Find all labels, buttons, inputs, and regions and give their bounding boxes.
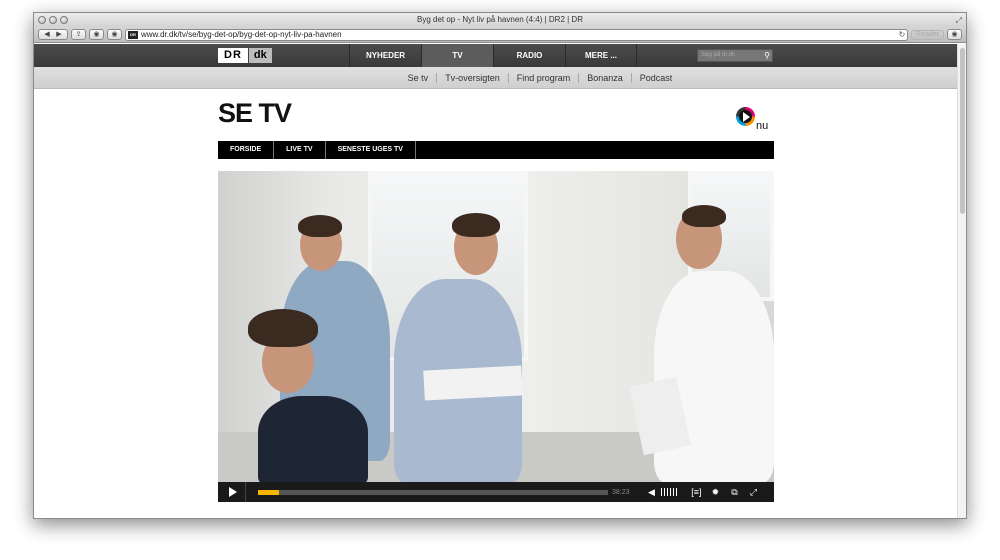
- url-text[interactable]: www.dr.dk/tv/se/byg-det-op/byg-det-op-ny…: [141, 30, 894, 40]
- page-viewport: DR dk NYHEDER TV RADIO MERE ... Søg på d…: [34, 44, 966, 518]
- extension-1-button[interactable]: ◉: [89, 29, 104, 40]
- sub-nav: Se tv Tv-oversigten Find program Bonanza…: [34, 67, 966, 89]
- logo-dr: DR: [218, 48, 248, 63]
- volume-control[interactable]: ◀: [648, 487, 677, 498]
- title-bar: Byg det op - Nyt liv på havnen (4:4) | D…: [34, 13, 966, 27]
- speaker-icon[interactable]: ◀: [648, 487, 655, 498]
- nav-mere[interactable]: MERE ...: [565, 44, 637, 67]
- tv-tabs: FORSIDE LIVE TV SENESTE UGES TV: [218, 141, 774, 159]
- progress-bar[interactable]: [258, 489, 608, 495]
- main-content: SE TV nu FORSIDE LIVE TV SENESTE UGES TV: [218, 99, 774, 502]
- nav-radio[interactable]: RADIO: [493, 44, 565, 67]
- tab-live-tv[interactable]: LIVE TV: [274, 141, 326, 159]
- fullscreen-expand-icon[interactable]: ⤢: [744, 487, 763, 498]
- close-window-button[interactable]: [38, 16, 46, 24]
- browser-window: Byg det op - Nyt liv på havnen (4:4) | D…: [33, 12, 967, 519]
- minimize-window-button[interactable]: [49, 16, 57, 24]
- person-seated: [258, 396, 368, 486]
- main-nav: NYHEDER TV RADIO MERE ...: [349, 44, 637, 67]
- video-frame: [218, 171, 774, 502]
- favicon-icon: DR: [128, 30, 138, 39]
- video-player[interactable]: 38:23 ◀ [≡] ✹ ⧉ ⤢: [218, 171, 774, 502]
- popout-icon[interactable]: ⧉: [725, 487, 744, 498]
- subnav-podcast[interactable]: Podcast: [632, 73, 681, 83]
- page-title: SE TV: [218, 98, 292, 128]
- nu-play-icon: [743, 112, 750, 122]
- player-controls: 38:23 ◀ [≡] ✹ ⧉ ⤢: [218, 482, 774, 502]
- downloads-button[interactable]: ◉: [947, 29, 962, 40]
- play-button[interactable]: [218, 482, 246, 502]
- search-input[interactable]: Søg på dr.dk ⚲: [697, 49, 773, 62]
- zoom-window-button[interactable]: [60, 16, 68, 24]
- window-controls: [38, 16, 68, 24]
- subtitles-icon[interactable]: [≡]: [687, 487, 706, 497]
- vertical-scrollbar[interactable]: [957, 44, 966, 518]
- reload-icon[interactable]: ↻: [897, 30, 907, 40]
- volume-bars[interactable]: [660, 488, 677, 496]
- address-bar[interactable]: DR www.dr.dk/tv/se/byg-det-op/byg-det-op…: [125, 28, 909, 41]
- forward-button[interactable]: ▶: [53, 30, 65, 39]
- subnav-tv-oversigten[interactable]: Tv-oversigten: [437, 72, 509, 83]
- search-placeholder: Søg på dr.dk: [701, 52, 736, 58]
- tab-forside[interactable]: FORSIDE: [218, 141, 275, 159]
- nav-nyheder[interactable]: NYHEDER: [349, 44, 421, 67]
- tab-seneste-uges-tv[interactable]: SENESTE UGES TV: [326, 141, 416, 159]
- paper-sheet: [423, 365, 523, 401]
- back-button[interactable]: ◀: [41, 30, 53, 39]
- nu-logo-text: nu: [756, 120, 769, 132]
- back-forward-buttons: ◀ ▶: [38, 29, 68, 40]
- reader-button[interactable]: Reader: [911, 29, 944, 40]
- browser-toolbar: ◀ ▶ ⇪ ◉ ◉ DR www.dr.dk/tv/se/byg-det-op/…: [34, 27, 966, 43]
- search-icon[interactable]: ⚲: [764, 50, 770, 61]
- subnav-se-tv[interactable]: Se tv: [400, 72, 438, 83]
- extension-2-button[interactable]: ◉: [107, 29, 122, 40]
- logo-dk: dk: [248, 48, 272, 63]
- dr-top-bar: DR dk NYHEDER TV RADIO MERE ... Søg på d…: [34, 44, 966, 67]
- fullscreen-icon[interactable]: ⤢: [956, 14, 962, 28]
- window-title: Byg det op - Nyt liv på havnen (4:4) | D…: [416, 15, 583, 24]
- dr-logo[interactable]: DR dk: [218, 48, 272, 63]
- scrollbar-thumb[interactable]: [960, 48, 965, 214]
- dr-nu-logo[interactable]: nu: [736, 107, 774, 135]
- subnav-bonanza[interactable]: Bonanza: [579, 72, 632, 83]
- subnav-find-program[interactable]: Find program: [509, 72, 580, 83]
- duration-label: 38:23: [612, 488, 630, 496]
- progress-fill: [258, 489, 279, 495]
- settings-gear-icon[interactable]: ✹: [706, 487, 725, 498]
- share-button[interactable]: ⇪: [71, 29, 86, 40]
- nav-tv[interactable]: TV: [421, 44, 493, 67]
